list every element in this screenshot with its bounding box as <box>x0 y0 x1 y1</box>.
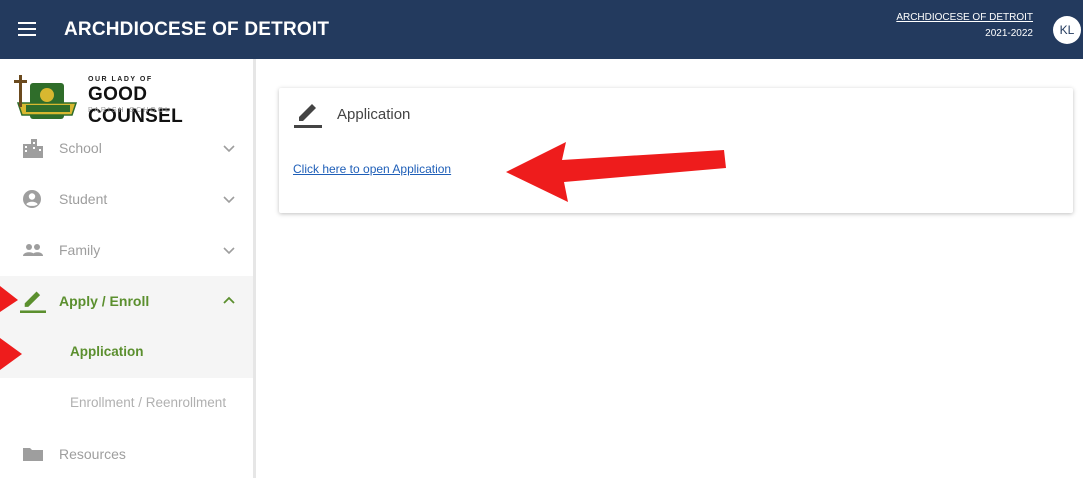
logo-line3: PARISH SCHOOL <box>88 107 172 114</box>
app-title: ARCHDIOCESE OF DETROIT <box>64 19 330 40</box>
sidebar-subitem-enrollment[interactable]: Enrollment / Reenrollment <box>0 378 253 429</box>
sidebar-item-school[interactable]: School <box>0 123 253 174</box>
sidebar: OUR LADY OF GOOD COUNSEL PARISH SCHOOL S… <box>0 59 256 478</box>
school-logo[interactable]: OUR LADY OF GOOD COUNSEL PARISH SCHOOL <box>14 73 244 127</box>
logo-line1: OUR LADY OF <box>88 76 153 83</box>
sidebar-item-family[interactable]: Family <box>0 225 253 276</box>
people-icon <box>23 244 43 256</box>
chevron-down-icon <box>223 247 235 255</box>
annotation-arrow-icon <box>0 286 18 312</box>
annotation-arrow-icon <box>506 142 726 202</box>
annotation-arrow-icon <box>0 338 22 370</box>
sidebar-subitem-application[interactable]: Application <box>0 327 253 378</box>
pencil-icon <box>20 291 46 313</box>
hamburger-menu-icon[interactable] <box>18 22 36 36</box>
sidebar-item-label: Apply / Enroll <box>59 293 150 309</box>
open-application-link[interactable]: Click here to open Application <box>293 162 451 176</box>
school-year: 2021-2022 <box>985 28 1033 39</box>
top-app-bar: ARCHDIOCESE OF DETROIT ARCHDIOCESE OF DE… <box>0 0 1083 59</box>
card-title: Application <box>337 106 411 123</box>
sidebar-item-label: Student <box>59 191 108 207</box>
sidebar-item-label: School <box>59 140 102 156</box>
sidebar-item-resources[interactable]: Resources <box>0 429 253 478</box>
chevron-down-icon <box>223 196 235 204</box>
sidebar-item-student[interactable]: Student <box>0 174 253 225</box>
sidebar-item-apply-enroll[interactable]: Apply / Enroll <box>0 276 253 327</box>
chevron-up-icon <box>223 296 235 304</box>
crusaders-shield-icon <box>14 75 78 119</box>
account-circle-icon <box>23 190 41 208</box>
sidebar-subitem-label: Application <box>70 344 144 359</box>
logo-line2: GOOD COUNSEL <box>88 84 183 127</box>
folder-icon <box>23 448 43 461</box>
organization-link[interactable]: ARCHDIOCESE OF DETROIT <box>896 12 1033 23</box>
user-avatar[interactable]: KL <box>1053 16 1081 44</box>
chevron-down-icon <box>223 145 235 153</box>
sidebar-subitem-label: Enrollment / Reenrollment <box>70 395 227 410</box>
building-icon <box>23 139 43 158</box>
sidebar-item-label: Resources <box>59 446 126 462</box>
pencil-icon <box>294 104 322 128</box>
sidebar-item-label: Family <box>59 242 101 258</box>
